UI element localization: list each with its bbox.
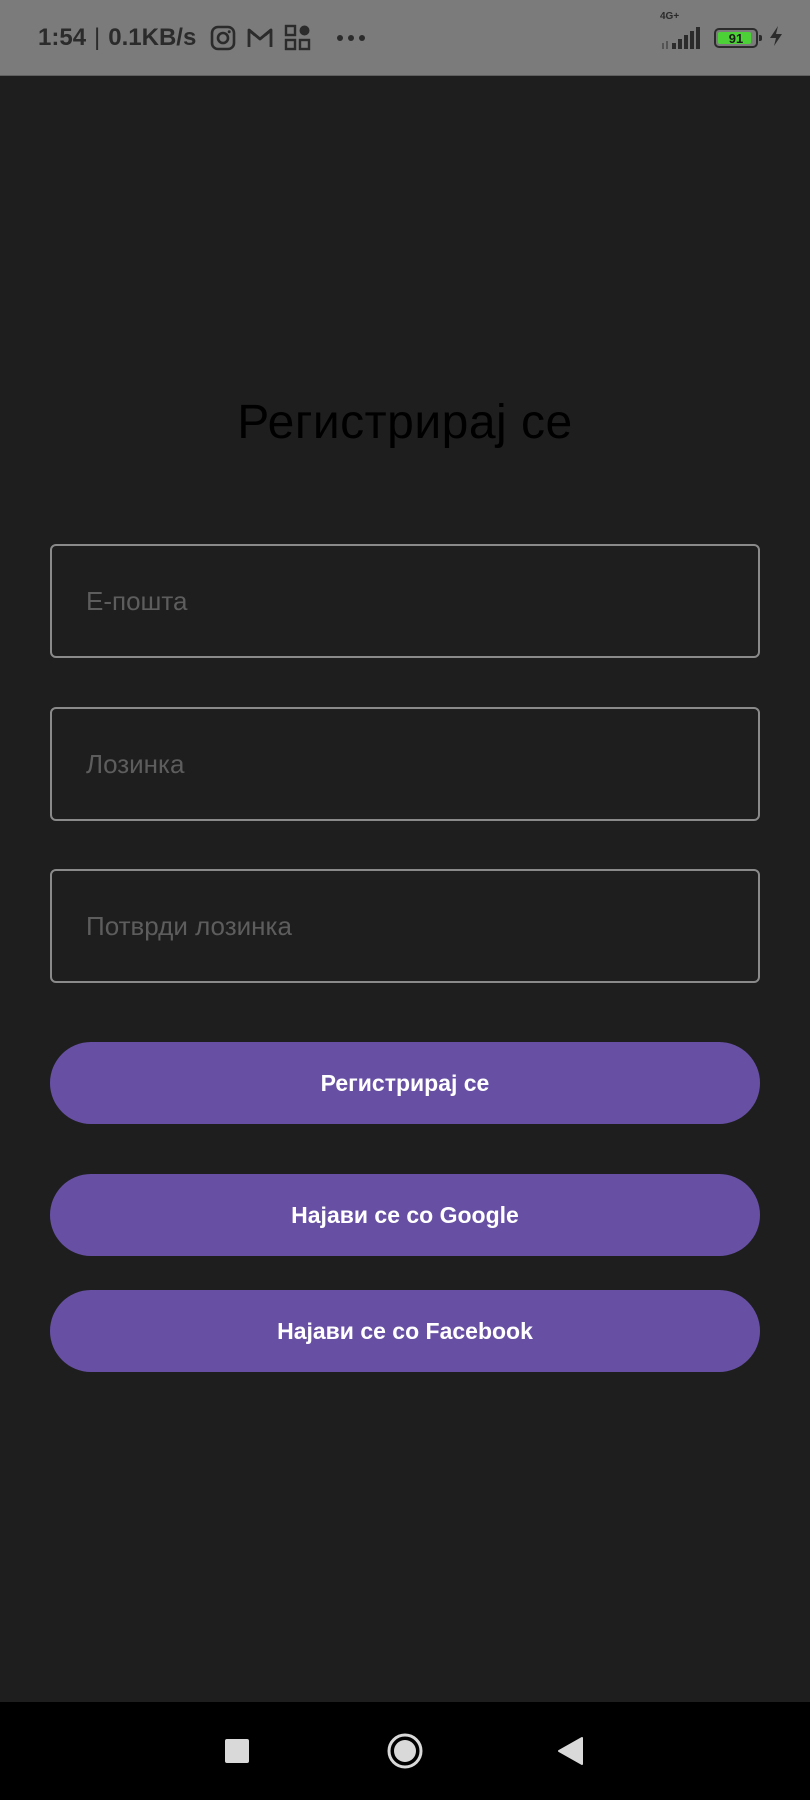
battery-icon: 91 — [714, 28, 762, 48]
email-field[interactable] — [50, 544, 760, 658]
more-dots-icon — [336, 34, 366, 42]
google-login-button[interactable]: Најави се со Google — [50, 1174, 760, 1256]
navigation-bar — [0, 1702, 810, 1800]
facebook-login-button[interactable]: Најави се со Facebook — [50, 1290, 760, 1372]
status-bar: 1:54 | 0.1KB/s 4G+ 91 — [0, 0, 810, 76]
password-input[interactable] — [84, 747, 758, 781]
status-separator: | — [94, 24, 101, 51]
home-circle-icon[interactable] — [365, 1702, 445, 1800]
back-triangle-icon[interactable] — [530, 1702, 610, 1800]
confirm-password-field[interactable] — [50, 869, 760, 983]
network-type-label: 4G+ — [660, 11, 680, 22]
email-input[interactable] — [84, 584, 758, 618]
register-button[interactable]: Регистрирај се — [50, 1042, 760, 1124]
screen: 1:54 | 0.1KB/s 4G+ 91 Регистрирај се Е-п… — [0, 0, 810, 1800]
password-field[interactable] — [50, 707, 760, 821]
charging-bolt-icon — [768, 25, 784, 52]
battery-level: 91 — [728, 30, 744, 46]
status-net-speed: 0.1KB/s — [108, 24, 197, 51]
status-time: 1:54 — [38, 24, 87, 51]
confirm-password-input[interactable] — [84, 909, 758, 943]
instagram-icon — [210, 25, 236, 51]
status-left: 1:54 | 0.1KB/s — [38, 0, 366, 76]
signal-icon: 4G+ — [660, 11, 704, 51]
recents-square-icon[interactable] — [197, 1702, 277, 1800]
status-right: 4G+ 91 — [660, 0, 784, 76]
page-title: Регистрирај се — [237, 396, 573, 449]
app-grid-icon — [284, 24, 312, 52]
battery-nub — [759, 35, 762, 41]
status-notification-icons — [210, 24, 366, 52]
gmail-icon — [246, 26, 274, 50]
